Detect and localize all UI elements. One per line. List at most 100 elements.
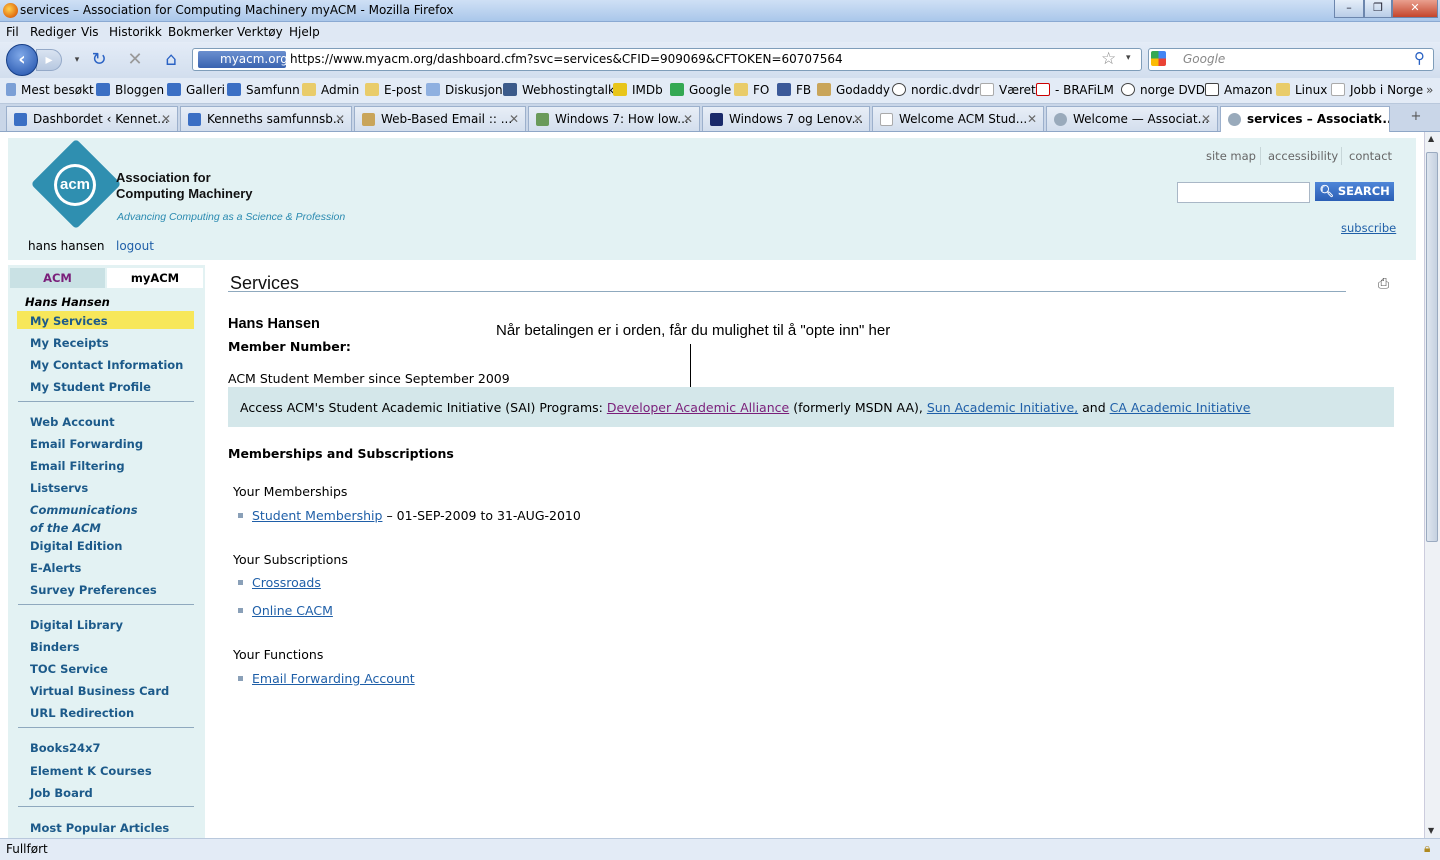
bookmark-item[interactable]: Jobb i Norge xyxy=(1331,83,1423,97)
site-map-link[interactable]: site map xyxy=(1206,149,1256,163)
logout-link[interactable]: logout xyxy=(116,239,154,253)
browser-tab[interactable]: Web-Based Email :: ... ✕ xyxy=(354,106,526,131)
bookmark-item[interactable]: norge DVD xyxy=(1121,83,1205,97)
sidebar-item-my-student-profile[interactable]: My Student Profile xyxy=(30,380,151,394)
bookmark-item[interactable]: IMDb xyxy=(613,83,663,97)
close-tab-icon[interactable]: ✕ xyxy=(335,112,345,126)
close-tab-icon[interactable]: ✕ xyxy=(509,112,519,126)
bookmark-folder[interactable]: E-post xyxy=(365,83,422,97)
sidebar-item-cacm-line3[interactable]: Digital Edition xyxy=(30,539,122,553)
menu-tools[interactable]: Verktøy xyxy=(237,25,283,39)
forward-button[interactable]: ▸ xyxy=(36,49,62,71)
developer-academic-alliance-link[interactable]: Developer Academic Alliance xyxy=(607,400,789,415)
browser-tab[interactable]: Windows 7: How low... ✕ xyxy=(528,106,700,131)
close-tab-icon[interactable]: ✕ xyxy=(1373,112,1383,126)
bookmark-item[interactable]: Webhostingtalk xyxy=(503,83,615,97)
sidebar-item-most-popular-articles[interactable]: Most Popular Articles xyxy=(30,821,169,835)
sidebar-item-email-filtering[interactable]: Email Filtering xyxy=(30,459,125,473)
menu-help[interactable]: Hjelp xyxy=(289,25,320,39)
sidebar-item-e-alerts[interactable]: E-Alerts xyxy=(30,561,81,575)
email-forwarding-account-link[interactable]: Email Forwarding Account xyxy=(252,671,415,686)
menu-history[interactable]: Historikk xyxy=(109,25,162,39)
close-tab-icon[interactable]: ✕ xyxy=(853,112,863,126)
sidebar-item-email-forwarding[interactable]: Email Forwarding xyxy=(30,437,143,451)
google-engine-icon[interactable] xyxy=(1151,51,1166,66)
bookmark-item[interactable]: FB xyxy=(777,83,811,97)
scroll-up-icon[interactable]: ▲ xyxy=(1428,134,1434,143)
bookmark-folder[interactable]: Linux xyxy=(1276,83,1327,97)
reload-icon[interactable]: ↻ xyxy=(88,49,110,71)
maximize-button[interactable]: ❐ xyxy=(1364,0,1392,18)
sidebar-item-url-redirection[interactable]: URL Redirection xyxy=(30,706,134,720)
close-tab-icon[interactable]: ✕ xyxy=(161,112,171,126)
stop-icon[interactable]: ✕ xyxy=(124,49,146,71)
sidebar-item-job-board[interactable]: Job Board xyxy=(30,786,93,800)
menu-bookmarks[interactable]: Bokmerker xyxy=(168,25,233,39)
subscribe-link[interactable]: subscribe xyxy=(1341,221,1396,235)
sidebar-item-web-account[interactable]: Web Account xyxy=(30,415,115,429)
sidebar-item-binders[interactable]: Binders xyxy=(30,640,79,654)
sidebar-item-digital-library[interactable]: Digital Library xyxy=(30,618,123,632)
url-text[interactable]: https://www.myacm.org/dashboard.cfm?svc=… xyxy=(290,52,843,66)
browser-tab[interactable]: Windows 7 og Lenov... ✕ xyxy=(702,106,870,131)
sidebar-item-cacm-line1[interactable]: Communications xyxy=(30,503,138,517)
sidebar-item-my-services[interactable]: My Services xyxy=(30,314,108,328)
sidebar-item-virtual-business-card[interactable]: Virtual Business Card xyxy=(30,684,169,698)
sidebar-item-books24x7[interactable]: Books24x7 xyxy=(30,741,100,755)
bookmark-item[interactable]: Amazon xyxy=(1205,83,1273,97)
site-identity-button[interactable]: myacm.org xyxy=(198,51,288,68)
sidebar-item-toc-service[interactable]: TOC Service xyxy=(30,662,108,676)
browser-tab[interactable]: Welcome — Associat... ✕ xyxy=(1046,106,1218,131)
bookmark-item[interactable]: Været xyxy=(980,83,1036,97)
sidebar-item-cacm-line2[interactable]: of the ACM xyxy=(30,521,101,535)
scrollbar-thumb[interactable] xyxy=(1426,152,1438,542)
bookmark-folder[interactable]: Admin xyxy=(302,83,359,97)
contact-link[interactable]: contact xyxy=(1349,149,1392,163)
bookmarks-overflow-icon[interactable]: » xyxy=(1426,83,1433,97)
close-window-button[interactable]: ✕ xyxy=(1392,0,1438,18)
print-icon[interactable]: ⎙ xyxy=(1378,276,1389,292)
bookmark-item[interactable]: Google xyxy=(670,83,731,97)
tab-acm[interactable]: ACM xyxy=(10,268,105,288)
lock-icon[interactable]: 🔒︎ xyxy=(1424,841,1430,856)
search-go-icon[interactable]: ⚲ xyxy=(1414,49,1425,67)
close-tab-icon[interactable]: ✕ xyxy=(1201,112,1211,126)
history-dropdown-icon[interactable]: ▾ xyxy=(66,49,88,71)
url-dropdown-icon[interactable]: ▾ xyxy=(1126,53,1131,63)
bookmark-item[interactable]: Samfunn xyxy=(227,83,300,97)
bookmark-item[interactable]: nordic.dvdr xyxy=(892,83,979,97)
sidebar-item-my-receipts[interactable]: My Receipts xyxy=(30,336,109,350)
home-icon[interactable]: ⌂ xyxy=(160,49,182,71)
accessibility-link[interactable]: accessibility xyxy=(1268,149,1338,163)
bookmark-item[interactable]: Mest besøkt xyxy=(6,83,94,97)
close-tab-icon[interactable]: ✕ xyxy=(1027,112,1037,126)
site-search-input[interactable] xyxy=(1177,182,1310,203)
sun-academic-initiative-link[interactable]: Sun Academic Initiative, xyxy=(927,400,1078,415)
ca-academic-initiative-link[interactable]: CA Academic Initiative xyxy=(1110,400,1251,415)
browser-tab-active[interactable]: services – Associati... ✕ xyxy=(1220,106,1390,133)
sidebar-item-my-contact-information[interactable]: My Contact Information xyxy=(30,358,183,372)
close-tab-icon[interactable]: ✕ xyxy=(683,112,693,126)
crossroads-link[interactable]: Crossroads xyxy=(252,575,321,590)
sidebar-item-survey-preferences[interactable]: Survey Preferences xyxy=(30,583,157,597)
online-cacm-link[interactable]: Online CACM xyxy=(252,603,333,618)
scroll-down-icon[interactable]: ▼ xyxy=(1428,826,1434,835)
tab-myacm[interactable]: myACM xyxy=(107,268,203,288)
bookmark-item[interactable]: Diskusjon xyxy=(426,83,503,97)
bookmark-item[interactable]: Godaddy xyxy=(817,83,890,97)
minimize-button[interactable]: – xyxy=(1334,0,1364,18)
back-button[interactable]: ‹ xyxy=(6,44,38,76)
bookmark-folder[interactable]: FO xyxy=(734,83,769,97)
student-membership-link[interactable]: Student Membership xyxy=(252,508,382,523)
browser-tab[interactable]: Dashbordet ‹ Kennet... ✕ xyxy=(6,106,178,131)
browser-tab[interactable]: Kenneths samfunnsb... ✕ xyxy=(180,106,352,131)
site-search-button[interactable]: 🔍︎ SEARCH xyxy=(1315,182,1394,201)
new-tab-icon[interactable]: + xyxy=(1396,109,1436,129)
sidebar-item-listservs[interactable]: Listservs xyxy=(30,481,88,495)
bookmark-star-icon[interactable]: ☆ xyxy=(1101,49,1116,69)
menu-edit[interactable]: Rediger xyxy=(30,25,76,39)
bookmark-item[interactable]: Galleri xyxy=(167,83,225,97)
bookmark-item[interactable]: - BRAFiLM xyxy=(1036,83,1114,97)
browser-tab[interactable]: Welcome ACM Stud... ✕ xyxy=(872,106,1044,131)
menu-file[interactable]: Fil xyxy=(6,25,19,39)
